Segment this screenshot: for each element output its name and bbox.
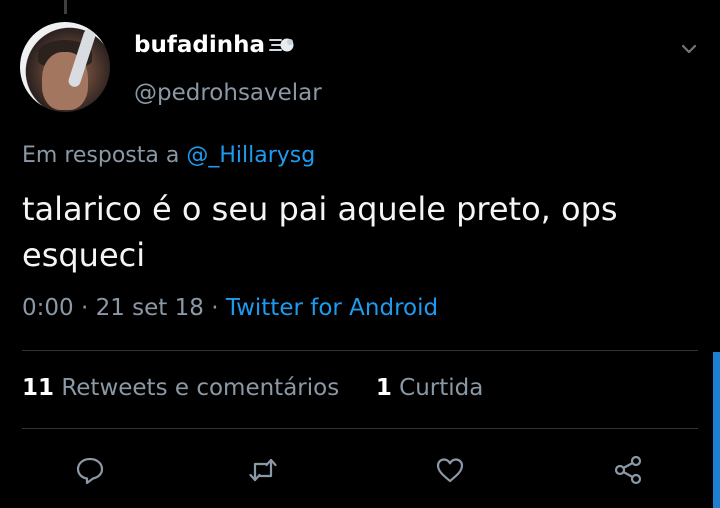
- divider: [22, 428, 698, 429]
- likes-label: Curtida: [399, 375, 484, 401]
- retweets-label: Retweets e comentários: [61, 375, 340, 401]
- share-icon: [614, 455, 642, 485]
- reply-context: Em resposta a @_Hillarysg: [22, 143, 315, 168]
- thread-connector-line: [64, 0, 67, 14]
- action-bar: [0, 450, 720, 490]
- retweet-button[interactable]: [243, 450, 283, 490]
- tweet-source-link[interactable]: Twitter for Android: [226, 295, 438, 321]
- author-handle[interactable]: @pedrohsavelar: [134, 80, 322, 106]
- retweet-icon: [249, 458, 277, 482]
- heart-icon: [436, 458, 464, 483]
- retweets-stat[interactable]: 11 Retweets e comentários: [22, 375, 347, 401]
- avatar[interactable]: [20, 22, 110, 112]
- divider: [22, 350, 698, 351]
- chevron-down-icon[interactable]: [678, 38, 700, 60]
- likes-stat[interactable]: 1 Curtida: [376, 375, 484, 401]
- meta-separator: ·: [80, 295, 89, 321]
- engagement-stats: 11 Retweets e comentários 1 Curtida: [22, 375, 483, 401]
- author-name-row[interactable]: bufadinha: [134, 32, 295, 58]
- reply-mention-link[interactable]: @_Hillarysg: [186, 143, 315, 168]
- author-name[interactable]: bufadinha: [134, 32, 265, 58]
- tweet-date[interactable]: 21 set 18: [96, 295, 204, 321]
- tweet-text: talarico é o seu pai aquele preto, ops e…: [22, 190, 618, 274]
- dashing-away-icon: [268, 38, 294, 52]
- tweet-meta: 0:00 · 21 set 18 · Twitter for Android: [22, 295, 438, 321]
- reply-icon: [76, 457, 104, 485]
- like-button[interactable]: [430, 450, 470, 490]
- tweet-time[interactable]: 0:00: [22, 295, 74, 321]
- retweets-count: 11: [22, 375, 55, 401]
- share-button[interactable]: [608, 450, 648, 490]
- likes-count: 1: [375, 375, 392, 401]
- reply-button[interactable]: [70, 450, 110, 490]
- meta-separator: ·: [211, 295, 219, 321]
- reply-prefix: Em resposta a: [22, 143, 180, 168]
